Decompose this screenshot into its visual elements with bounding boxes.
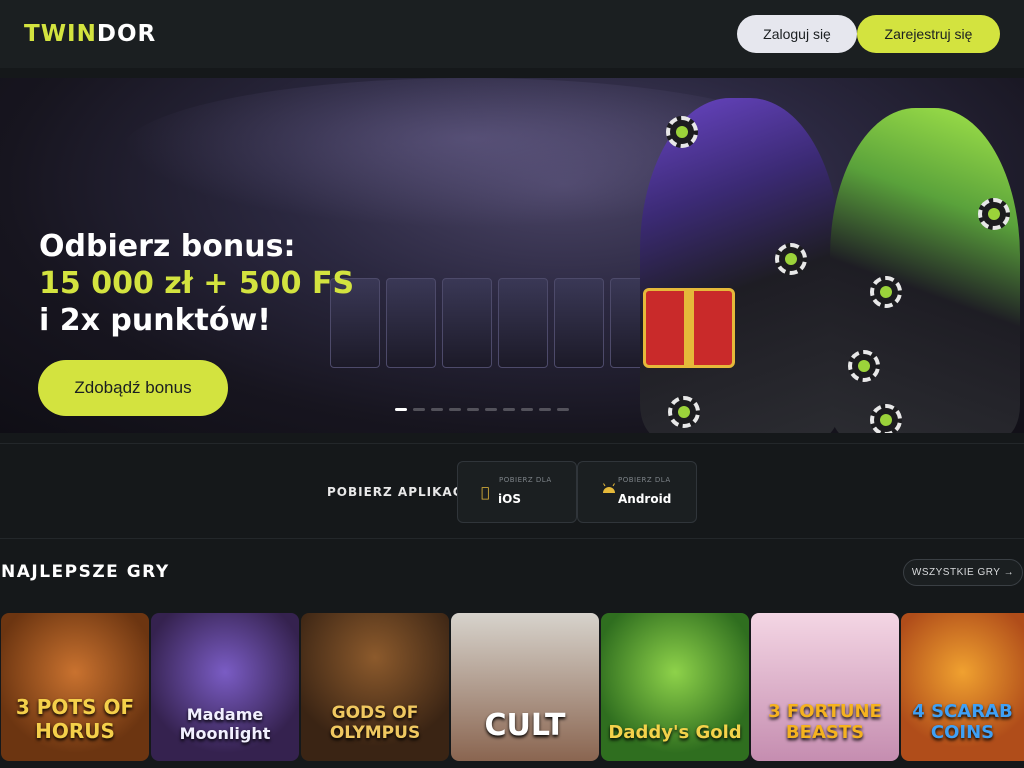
slot-machine [442,278,492,368]
carousel-indicators [395,408,569,411]
android-label: Android [618,492,672,506]
android-icon [602,482,616,498]
hostess-green-hair-illustration [830,108,1020,433]
casino-chip-icon [870,404,902,433]
casino-chip-icon [666,116,698,148]
apple-icon:  [481,485,489,501]
casino-chip-icon [978,198,1010,230]
slot-machine [386,278,436,368]
logo-part-1: TWIN [24,21,97,47]
download-app-bar: POBIERZ APLIKACJĘ  POBIERZ DLA iOS POBI… [0,443,1024,539]
top-header: TWINDOR Zaloguj się Zarejestruj się [0,0,1024,68]
hero-line-3: i 2x punktów! [39,303,271,338]
ios-label: iOS [498,492,521,506]
carousel-dot[interactable] [467,408,479,411]
carousel-dot[interactable] [521,408,533,411]
logo-part-2: DOR [96,21,157,47]
game-title: 3 POTS OF HORUS [15,695,135,743]
register-button[interactable]: Zarejestruj się [857,15,1000,53]
download-ios-button[interactable]:  POBIERZ DLA iOS [457,461,577,523]
carousel-dot[interactable] [539,408,551,411]
game-tile[interactable]: 3 FORTUNE BEASTS [751,613,899,761]
download-app-label: POBIERZ APLIKACJĘ [327,485,478,499]
game-tile[interactable]: CULT [451,613,599,761]
slot-machine [554,278,604,368]
hero-banner[interactable]: Odbierz bonus: 15 000 zł + 500 FS i 2x p… [0,78,1024,433]
game-title: 4 SCARAB COINS [912,701,1013,743]
login-button[interactable]: Zaloguj się [737,15,857,53]
carousel-dot[interactable] [557,408,569,411]
carousel-dot[interactable] [503,408,515,411]
game-tile[interactable]: 3 POTS OF HORUS [1,613,149,761]
game-tile[interactable]: Daddy's Gold [601,613,749,761]
all-games-button[interactable]: WSZYSTKIE GRY → [903,559,1023,586]
hero-headline: Odbierz bonus: 15 000 zł + 500 FS i 2x p… [39,228,354,339]
top-games-title: NAJLEPSZE GRY [1,562,170,582]
game-title: 3 FORTUNE BEASTS [768,701,882,743]
carousel-dot[interactable] [449,408,461,411]
game-title: Madame Moonlight [179,705,271,743]
hero-line-1: Odbierz bonus: [39,229,296,264]
slot-machines-decoration [330,278,660,368]
android-download-caption: POBIERZ DLA [618,476,671,484]
slot-machine [498,278,548,368]
game-tile[interactable]: Madame Moonlight [151,613,299,761]
logo[interactable]: TWINDOR [24,21,156,47]
game-title: GODS OF OLYMPUS [329,703,421,743]
casino-chip-icon [870,276,902,308]
casino-chip-icon [668,396,700,428]
get-bonus-button[interactable]: Zdobądź bonus [38,360,228,416]
game-tile[interactable]: GODS OF OLYMPUS [301,613,449,761]
games-row: 3 POTS OF HORUS Madame Moonlight GODS OF… [0,613,1024,763]
hero-line-2: 15 000 zł + 500 FS [39,266,355,301]
game-tile[interactable]: 4 SCARAB COINS [901,613,1024,761]
carousel-dot[interactable] [395,408,407,411]
carousel-dot[interactable] [413,408,425,411]
carousel-dot[interactable] [485,408,497,411]
gift-box-icon [643,288,735,368]
download-android-button[interactable]: POBIERZ DLA Android [577,461,697,523]
ios-download-caption: POBIERZ DLA [499,476,552,484]
carousel-dot[interactable] [431,408,443,411]
casino-chip-icon [775,243,807,275]
game-title: CULT [484,708,566,743]
casino-chip-icon [848,350,880,382]
game-title: Daddy's Gold [608,722,742,743]
hostess-purple-hair-illustration [640,98,840,433]
